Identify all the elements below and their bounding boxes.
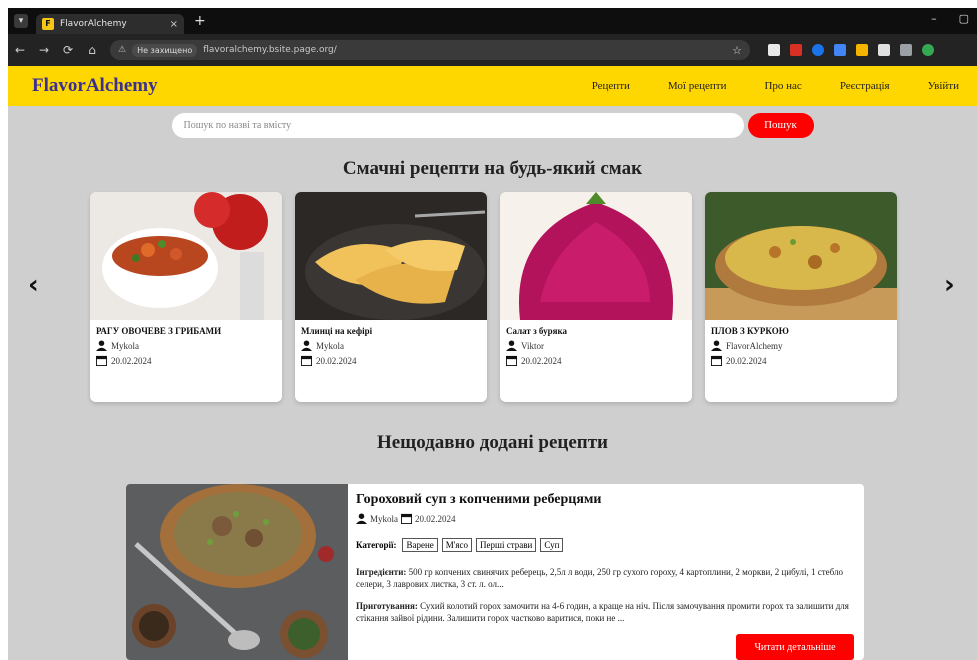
calendar-icon [506, 355, 517, 366]
calendar-icon [711, 355, 722, 366]
carousel-prev-icon[interactable]: ‹ [28, 270, 39, 300]
extension-icon[interactable] [900, 44, 912, 56]
extension-icon[interactable] [790, 44, 802, 56]
ingredients-label: Інгредієнти: [356, 567, 407, 577]
site-info-icon[interactable]: ⚠ [118, 45, 126, 55]
carousel-next-icon[interactable]: › [944, 270, 955, 300]
recipe-date: 20.02.2024 [316, 355, 357, 366]
site-logo[interactable]: FlavorAlchemy [32, 75, 158, 97]
recipe-image[interactable] [705, 192, 897, 320]
recipe-card-title[interactable]: Салат з буряка [506, 326, 686, 336]
user-icon [711, 340, 722, 351]
preparation-paragraph: Приготування: Сухий колотий горох замочи… [356, 600, 856, 624]
browser-tab[interactable]: F FlavorAlchemy × [36, 14, 184, 34]
category-tag[interactable]: Варене [402, 538, 438, 552]
recipe-image[interactable] [90, 192, 282, 320]
recipe-date: 20.02.2024 [521, 355, 562, 366]
category-tag[interactable]: Перші страви [476, 538, 537, 552]
recipe-author: Mykola [111, 340, 139, 351]
recipe-author: FlavorAlchemy [726, 340, 783, 351]
search-input[interactable] [171, 112, 744, 138]
calendar-icon [401, 513, 412, 524]
recipe-card-title[interactable]: ПЛОВ З КУРКОЮ [711, 326, 891, 336]
tab-title: FlavorAlchemy [60, 19, 127, 29]
read-more-button[interactable]: Читати детальніше [736, 634, 854, 660]
search-bar: Пошук [8, 106, 977, 144]
reload-icon[interactable]: ⟳ [62, 43, 74, 57]
recipe-author: Viktor [521, 340, 544, 351]
user-icon [301, 340, 312, 351]
recipe-date: 20.02.2024 [111, 355, 152, 366]
address-bar[interactable]: ⚠ Не захищено flavoralchemy.bsite.page.o… [110, 40, 750, 60]
recipe-carousel: ‹ РАГУ ОВОЧЕВЕ З ГРИБАМИ Mykola 20.02.20… [8, 192, 977, 404]
bookmark-star-icon[interactable]: ☆ [732, 44, 742, 57]
new-tab-icon[interactable]: + [194, 13, 206, 29]
recipe-card[interactable]: Салат з буряка Viktor 20.02.2024 [500, 192, 692, 402]
preparation-text: Сухий колотий горох замочити на 4-6 годи… [356, 601, 849, 623]
extension-icons [768, 44, 934, 56]
nav-about[interactable]: Про нас [764, 80, 801, 92]
categories-label: Категорії: [356, 540, 397, 550]
profile-avatar-icon[interactable] [922, 44, 934, 56]
nav-register[interactable]: Реєстрація [840, 80, 890, 92]
user-icon [356, 513, 367, 524]
nav-my-recipes[interactable]: Мої рецепти [668, 80, 727, 92]
calendar-icon [301, 355, 312, 366]
recipe-image[interactable] [295, 192, 487, 320]
extension-icon[interactable] [878, 44, 890, 56]
category-tag[interactable]: М'ясо [441, 538, 473, 552]
recent-recipe-date: 20.02.2024 [415, 513, 456, 524]
window-controls: – ▢ [931, 12, 969, 25]
recent-recipe-card: Гороховий суп з копченими реберцями Myko… [126, 484, 864, 660]
extension-icon[interactable] [856, 44, 868, 56]
recipe-card[interactable]: ПЛОВ З КУРКОЮ FlavorAlchemy 20.02.2024 [705, 192, 897, 402]
recipe-card-title[interactable]: РАГУ ОВОЧЕВЕ З ГРИБАМИ [96, 326, 276, 336]
popular-section-title: Смачні рецепти на будь-який смак [342, 158, 643, 179]
recipe-author: Mykola [316, 340, 344, 351]
user-icon [96, 340, 107, 351]
forward-icon[interactable]: → [38, 43, 50, 57]
tab-strip: ▾ F FlavorAlchemy × + – ▢ [8, 8, 977, 34]
extension-icon[interactable] [812, 44, 824, 56]
recent-recipe-image[interactable] [126, 484, 348, 660]
extension-icon[interactable] [768, 44, 780, 56]
url-text[interactable]: flavoralchemy.bsite.page.org/ [203, 45, 337, 55]
nav-login[interactable]: Увійти [928, 80, 959, 92]
recipe-date: 20.02.2024 [726, 355, 767, 366]
tab-close-icon[interactable]: × [170, 19, 178, 30]
extension-icon[interactable] [834, 44, 846, 56]
recipe-image[interactable] [500, 192, 692, 320]
ingredients-paragraph: Інгредієнти: 500 гр копчених свинячих ре… [356, 566, 856, 590]
recipe-card[interactable]: Млинці на кефірі Mykola 20.02.2024 [295, 192, 487, 402]
nav-recipes[interactable]: Рецепти [592, 80, 630, 92]
browser-toolbar: ← → ⟳ ⌂ ⚠ Не захищено flavoralchemy.bsit… [8, 34, 977, 66]
category-list: Категорії: Варене М'ясо Перші страви Суп [356, 538, 856, 552]
user-icon [506, 340, 517, 351]
recipe-card[interactable]: РАГУ ОВОЧЕВЕ З ГРИБАМИ Mykola 20.02.2024 [90, 192, 282, 402]
tab-search-icon[interactable]: ▾ [14, 14, 28, 28]
recent-recipe-author: Mykola [370, 513, 398, 524]
search-button[interactable]: Пошук [747, 112, 814, 138]
ingredients-text: 500 гр копчених свинячих реберець, 2,5л … [356, 567, 843, 589]
recent-recipe-title[interactable]: Гороховий суп з копченими реберцями [356, 492, 856, 508]
preparation-label: Приготування: [356, 601, 418, 611]
browser-window: ▾ F FlavorAlchemy × + – ▢ ← → ⟳ ⌂ ⚠ Не з… [8, 8, 977, 660]
category-tag[interactable]: Суп [540, 538, 564, 552]
favicon-icon: F [42, 18, 54, 30]
security-badge[interactable]: Не захищено [132, 43, 198, 57]
calendar-icon [96, 355, 107, 366]
recent-section-title: Нещодавно додані рецепти [376, 432, 609, 453]
home-icon[interactable]: ⌂ [86, 43, 98, 57]
recipe-card-title[interactable]: Млинці на кефірі [301, 326, 481, 336]
restore-icon[interactable]: ▢ [959, 12, 969, 25]
back-icon[interactable]: ← [14, 43, 26, 57]
main-nav: Рецепти Мої рецепти Про нас Реєстрація У… [592, 80, 959, 92]
minimize-icon[interactable]: – [931, 12, 937, 25]
site-header: FlavorAlchemy Рецепти Мої рецепти Про на… [8, 66, 977, 106]
